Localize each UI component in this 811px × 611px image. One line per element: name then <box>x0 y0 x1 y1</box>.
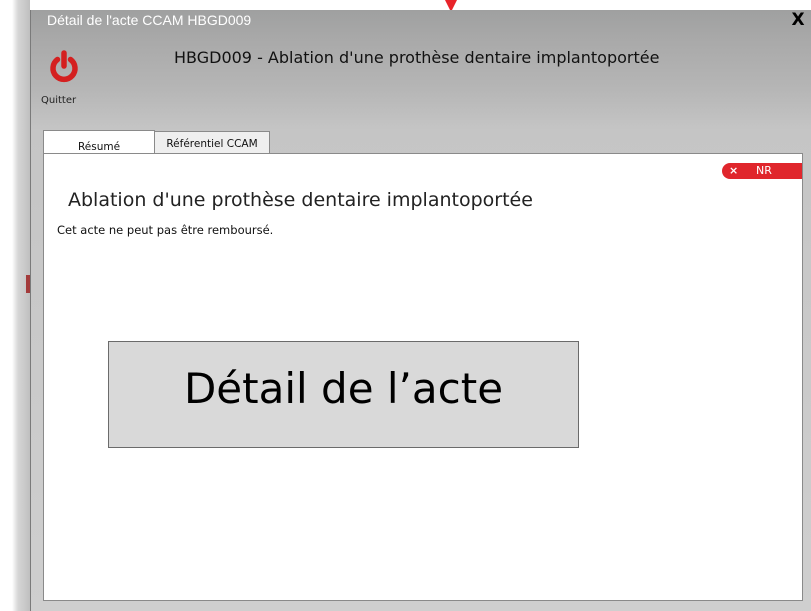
status-badge-label: NR <box>756 164 772 177</box>
header-title: HBGD009 - Ablation d'une prothèse dentai… <box>174 48 660 67</box>
window-title: Détail de l'acte CCAM HBGD009 <box>47 12 252 28</box>
act-note: Cet acte ne peut pas être remboursé. <box>57 223 274 237</box>
act-title: Ablation d'une prothèse dentaire implant… <box>68 189 533 211</box>
quit-label: Quitter <box>41 95 77 106</box>
title-bar: Détail de l'acte CCAM HBGD009 X <box>31 10 811 32</box>
close-icon: × <box>729 164 739 177</box>
content-panel: × NR Ablation d'une prothèse dentaire im… <box>43 153 803 601</box>
power-icon <box>50 50 78 83</box>
callout-text: Détail de l’acte <box>183 364 504 413</box>
tab-bar: Résumé Référentiel CCAM <box>43 122 803 156</box>
callout-box: Détail de l’acte <box>108 341 579 448</box>
quit-button[interactable]: Quitter <box>39 50 85 114</box>
status-badge: × NR <box>722 163 802 179</box>
background-edge <box>0 0 30 611</box>
dialog-window: Détail de l'acte CCAM HBGD009 X Quitter … <box>30 10 811 611</box>
toolbar: Quitter HBGD009 - Ablation d'une prothès… <box>31 32 811 120</box>
tab-referentiel-ccam[interactable]: Référentiel CCAM <box>155 131 270 155</box>
close-button[interactable]: X <box>788 10 808 30</box>
